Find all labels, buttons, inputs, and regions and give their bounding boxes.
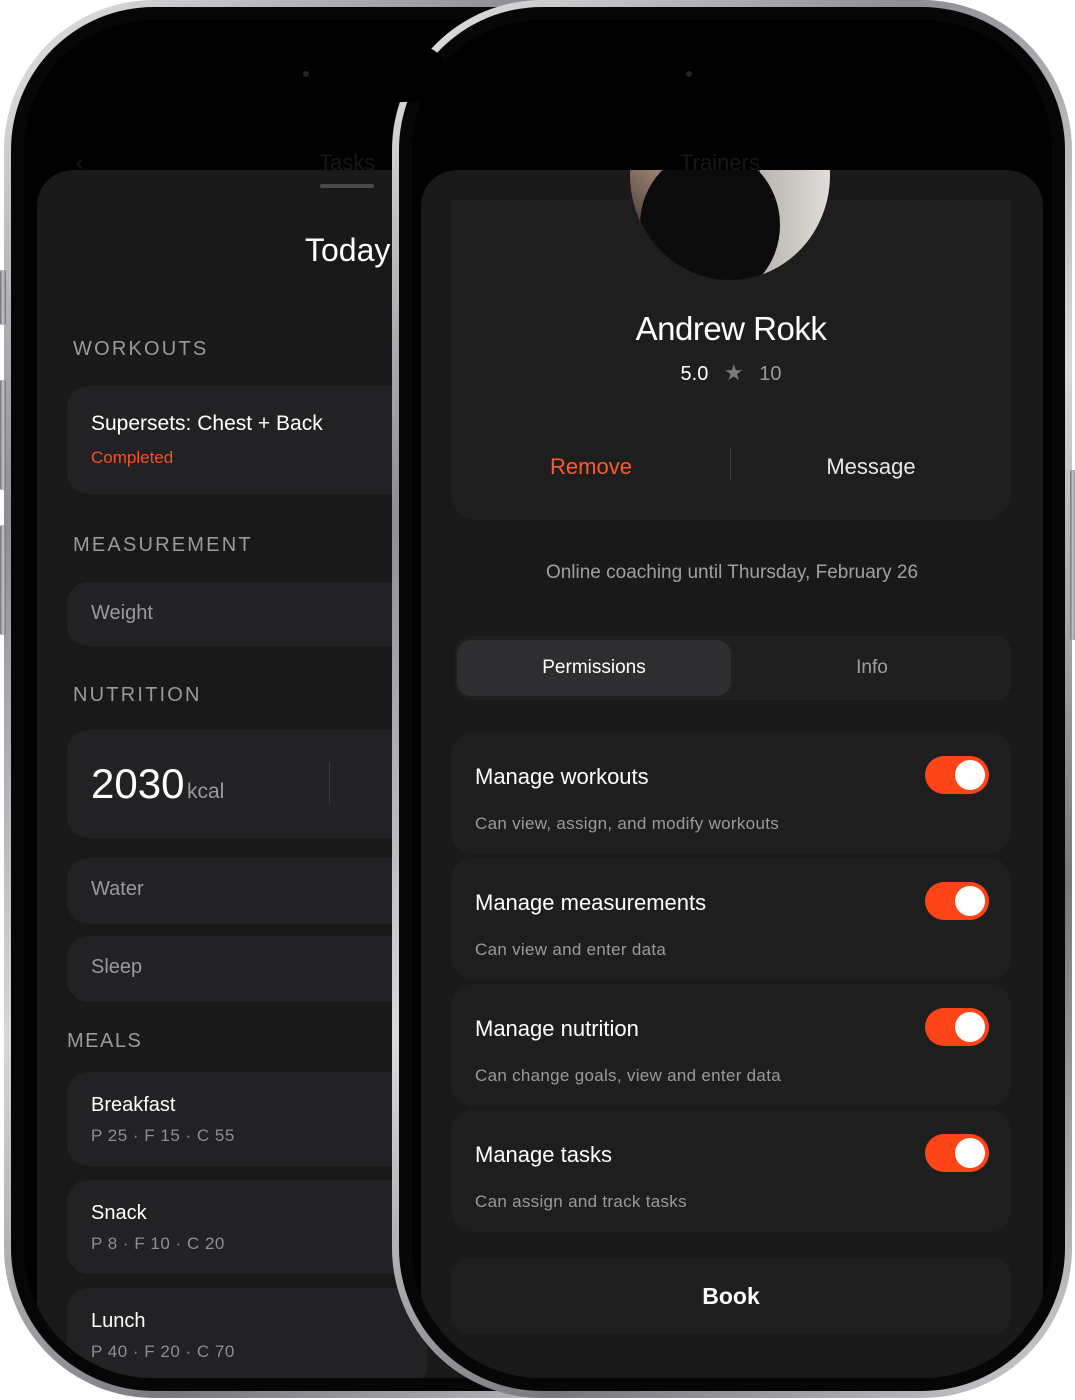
permission-row-tasks: Manage tasks Can assign and track tasks [451,1110,1011,1232]
water-label: Water [91,878,144,900]
calories-unit: kcal [187,780,225,803]
meal-macros: P 8 · F 10 · C 20 [91,1234,225,1253]
meal-card-lunch[interactable]: Lunch P 40 · F 20 · C 70 [67,1288,427,1378]
toggle-knob [955,1012,985,1042]
sheet-grabber[interactable] [320,184,374,188]
meal-name: Snack [91,1202,147,1224]
permission-toggle[interactable] [925,756,989,794]
permission-row-nutrition: Manage nutrition Can change goals, view … [451,984,1011,1106]
calories-value: 2030 [91,760,185,807]
profile-actions: Remove Message [451,448,1011,488]
permission-title: Manage tasks [475,1142,612,1167]
permission-title: Manage nutrition [475,1016,639,1041]
meal-card-breakfast[interactable]: Breakfast P 25 · F 15 · C 55 [67,1072,427,1166]
measurement-header: MEASUREMENT [73,534,253,556]
rating-score: 5.0 [680,363,709,385]
dynamic-island [634,46,830,102]
trainer-rating: 5.0 ★ 10 [451,360,1011,386]
meal-name: Lunch [91,1310,146,1332]
permission-toggle[interactable] [925,1008,989,1046]
calories-card[interactable]: 2030 kcal [67,730,427,838]
trainer-avatar [630,170,830,280]
permission-description: Can view, assign, and modify workouts [475,814,780,833]
meal-macros: P 25 · F 15 · C 55 [91,1126,235,1145]
profile-card: Andrew Rokk 5.0 ★ 10 Remove Message [451,170,1011,520]
coaching-status: Online coaching until Thursday, February… [545,562,919,583]
power-button [1070,470,1075,640]
workout-title: Supersets: Chest + Back [91,412,323,435]
permission-description: Can change goals, view and enter data [475,1066,781,1085]
volume-down-button [0,525,6,635]
volume-up-button [0,380,6,490]
weight-label: Weight [91,602,153,624]
message-button[interactable]: Message [731,454,1011,480]
permission-row-measurements: Manage measurements Can view and enter d… [451,858,1011,980]
screen: Trainers Andrew Rokk 5.0 ★ 10 Remove Mes… [412,20,1052,1378]
tab-permissions[interactable]: Permissions [457,640,731,696]
star-icon: ★ [723,360,744,385]
book-button[interactable]: Book [451,1258,1011,1334]
weight-card[interactable]: Weight [67,582,427,646]
trainer-sheet: Andrew Rokk 5.0 ★ 10 Remove Message Onli… [421,170,1043,1378]
remove-button[interactable]: Remove [451,454,731,480]
permission-toggle[interactable] [925,1134,989,1172]
toggle-knob [955,1138,985,1168]
action-button [0,270,6,325]
review-count: 10 [759,363,782,385]
avatar-figure [640,170,780,280]
workout-status: Completed [91,448,174,467]
workouts-header: WORKOUTS [73,338,209,360]
water-card[interactable]: Water [67,858,427,924]
workout-card[interactable]: Supersets: Chest + Back Completed [67,386,427,494]
sleep-label: Sleep [91,956,143,978]
trainer-name: Andrew Rokk [635,310,827,347]
nutrition-header: NUTRITION [73,684,202,706]
calories-divider [329,762,330,804]
meals-header: MEALS [67,1030,143,1052]
phone-trainer: Trainers Andrew Rokk 5.0 ★ 10 Remove Mes… [392,0,1075,1398]
sleep-card[interactable]: Sleep [67,936,427,1002]
camera-icon [303,71,309,77]
meal-name: Breakfast [91,1094,176,1116]
tab-control: Permissions Info [455,636,1011,700]
dynamic-island [251,46,447,102]
meal-card-snack[interactable]: Snack P 8 · F 10 · C 20 [67,1180,427,1274]
permission-title: Manage workouts [475,764,649,789]
permission-toggle[interactable] [925,882,989,920]
permission-title: Manage measurements [475,890,707,915]
permission-row-workouts: Manage workouts Can view, assign, and mo… [451,732,1011,854]
meal-macros: P 40 · F 20 · C 70 [91,1342,235,1361]
toggle-knob [955,760,985,790]
tab-info[interactable]: Info [735,640,1009,696]
sheet-title: Today [305,232,391,268]
toggle-knob [955,886,985,916]
permission-description: Can view and enter data [475,940,667,959]
permission-description: Can assign and track tasks [475,1192,687,1211]
camera-icon [686,71,692,77]
